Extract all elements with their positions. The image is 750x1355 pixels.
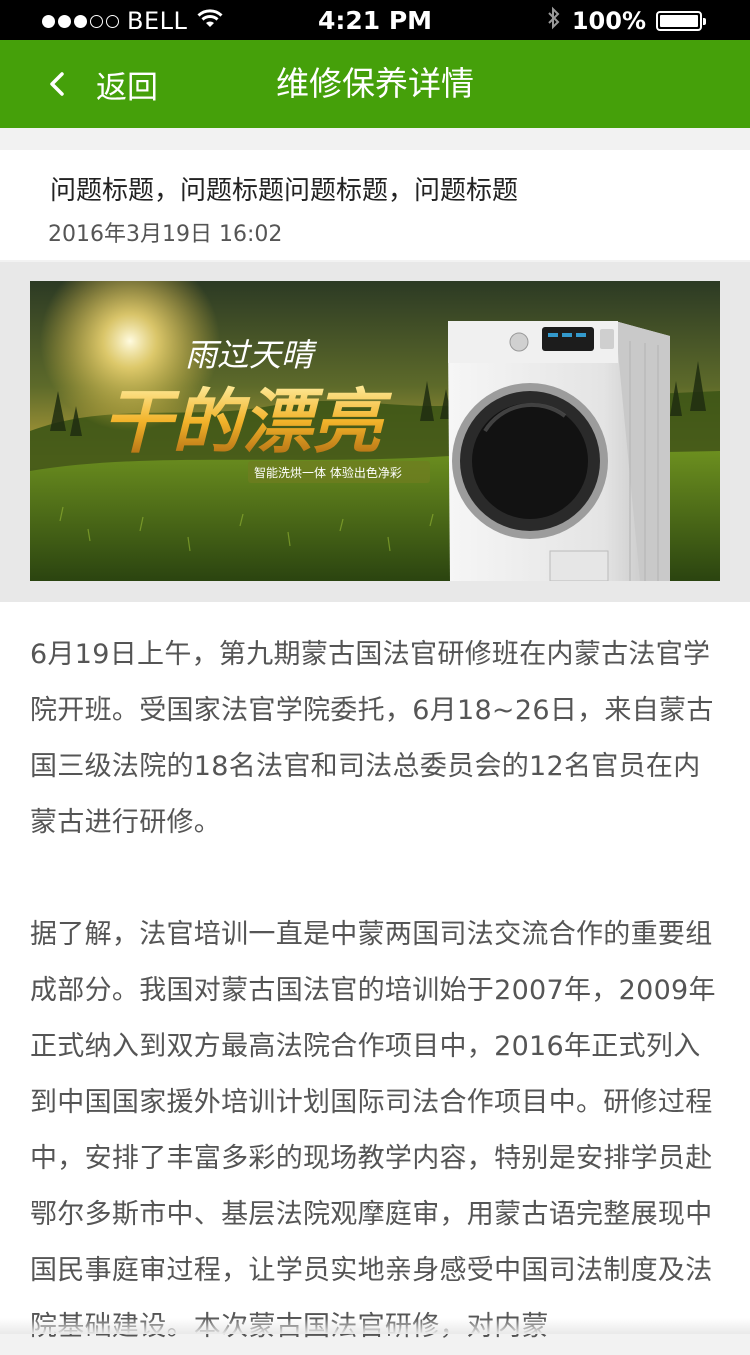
- article-paragraph: 6月19日上午，第九期蒙古国法官研修班在内蒙古法官学院开班。受国家法官学院委托，…: [30, 639, 714, 838]
- banner-headline-large: 干的漂亮: [102, 380, 393, 463]
- article-title: 问题标题，问题标题问题标题，问题标题: [50, 176, 519, 206]
- banner-image: 雨过天晴 干的漂亮 智能洗烘一体 体验出色净彩: [30, 281, 720, 581]
- status-right: 100%: [546, 6, 706, 36]
- navigation-bar: 返回 维修保养详情: [0, 40, 750, 128]
- article-date: 2016年3月19日 16:02: [48, 222, 283, 247]
- article-body: 6月19日上午，第九期蒙古国法官研修班在内蒙古法官学院开班。受国家法官学院委托，…: [0, 602, 750, 1342]
- battery-percent: 100%: [571, 7, 646, 35]
- banner-container: 雨过天晴 干的漂亮 智能洗烘一体 体验出色净彩: [0, 262, 750, 602]
- scroll-fade: [0, 1318, 750, 1334]
- status-bar: BELL 4:21 PM 100%: [0, 0, 750, 40]
- bluetooth-icon: [546, 6, 562, 36]
- article-paragraph: 据了解，法官培训一直是中蒙两国司法交流合作的重要组成部分。我国对蒙古国法官的培训…: [30, 919, 716, 1342]
- battery-icon: [656, 11, 706, 31]
- banner-headline-small: 雨过天晴: [185, 336, 318, 374]
- article-header: 问题标题，问题标题问题标题，问题标题 2016年3月19日 16:02: [0, 150, 750, 260]
- washing-machine-image: [448, 321, 670, 581]
- page-title: 维修保养详情: [276, 64, 474, 103]
- banner-tagline: 智能洗烘一体 体验出色净彩: [254, 465, 402, 480]
